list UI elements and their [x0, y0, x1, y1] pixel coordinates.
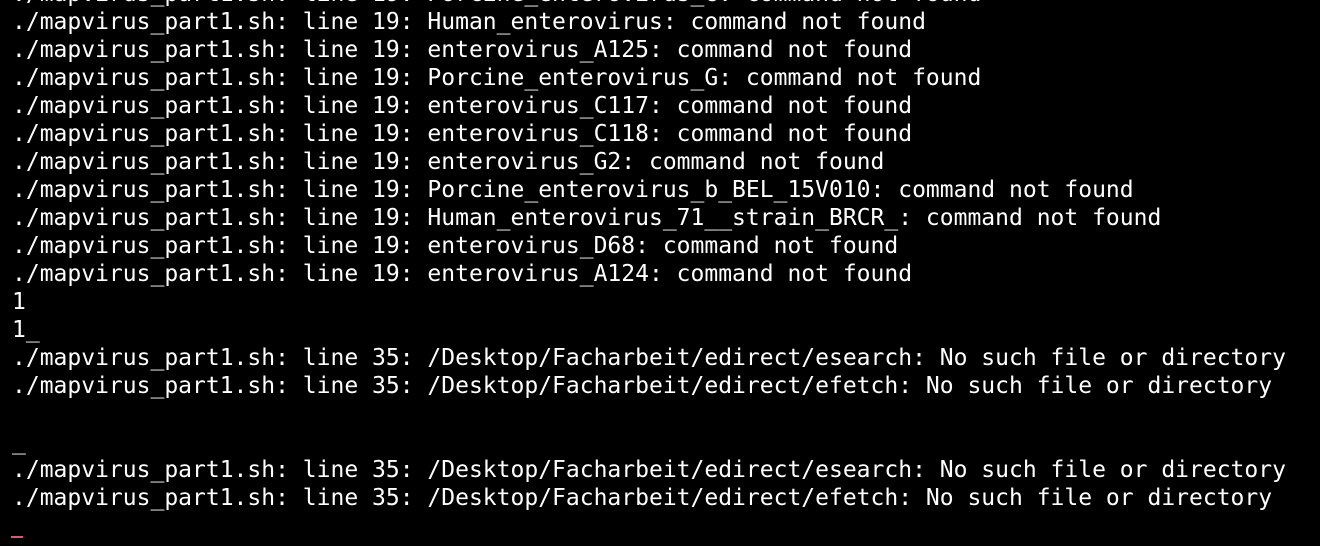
terminal-line: ./mapvirus_part1.sh: line 19: Porcine_en…: [12, 0, 1286, 8]
terminal-line: _: [12, 429, 26, 455]
text-cursor: [11, 536, 23, 538]
terminal-line: 1_: [12, 317, 40, 343]
terminal-output: ./mapvirus_part1.sh: line 19: Porcine_en…: [12, 0, 1286, 512]
terminal-line: ./mapvirus_part1.sh: line 19: enteroviru…: [12, 233, 899, 259]
terminal-line: ./mapvirus_part1.sh: line 19: enteroviru…: [12, 149, 885, 175]
terminal-line: ./mapvirus_part1.sh: line 35: /Desktop/F…: [12, 485, 1273, 511]
terminal-line: ./mapvirus_part1.sh: line 19: Porcine_en…: [12, 65, 982, 91]
terminal-line: ./mapvirus_part1.sh: line 19: Porcine_en…: [12, 177, 1134, 203]
terminal-line: 1: [12, 289, 26, 315]
terminal-line: ./mapvirus_part1.sh: line 19: enteroviru…: [12, 37, 913, 63]
terminal-line: ./mapvirus_part1.sh: line 19: Human_ente…: [12, 9, 926, 35]
terminal-line: ./mapvirus_part1.sh: line 19: enteroviru…: [12, 121, 913, 147]
terminal-line: ./mapvirus_part1.sh: line 35: /Desktop/F…: [12, 373, 1273, 399]
terminal-line: ./mapvirus_part1.sh: line 35: /Desktop/F…: [12, 345, 1286, 371]
terminal-line: ./mapvirus_part1.sh: line 19: Human_ente…: [12, 205, 1162, 231]
terminal-line: ./mapvirus_part1.sh: line 19: enteroviru…: [12, 261, 913, 287]
terminal-line: ./mapvirus_part1.sh: line 35: /Desktop/F…: [12, 457, 1286, 483]
terminal-line: ./mapvirus_part1.sh: line 19: enteroviru…: [12, 93, 913, 119]
terminal-window[interactable]: ./mapvirus_part1.sh: line 19: Porcine_en…: [0, 0, 1320, 546]
